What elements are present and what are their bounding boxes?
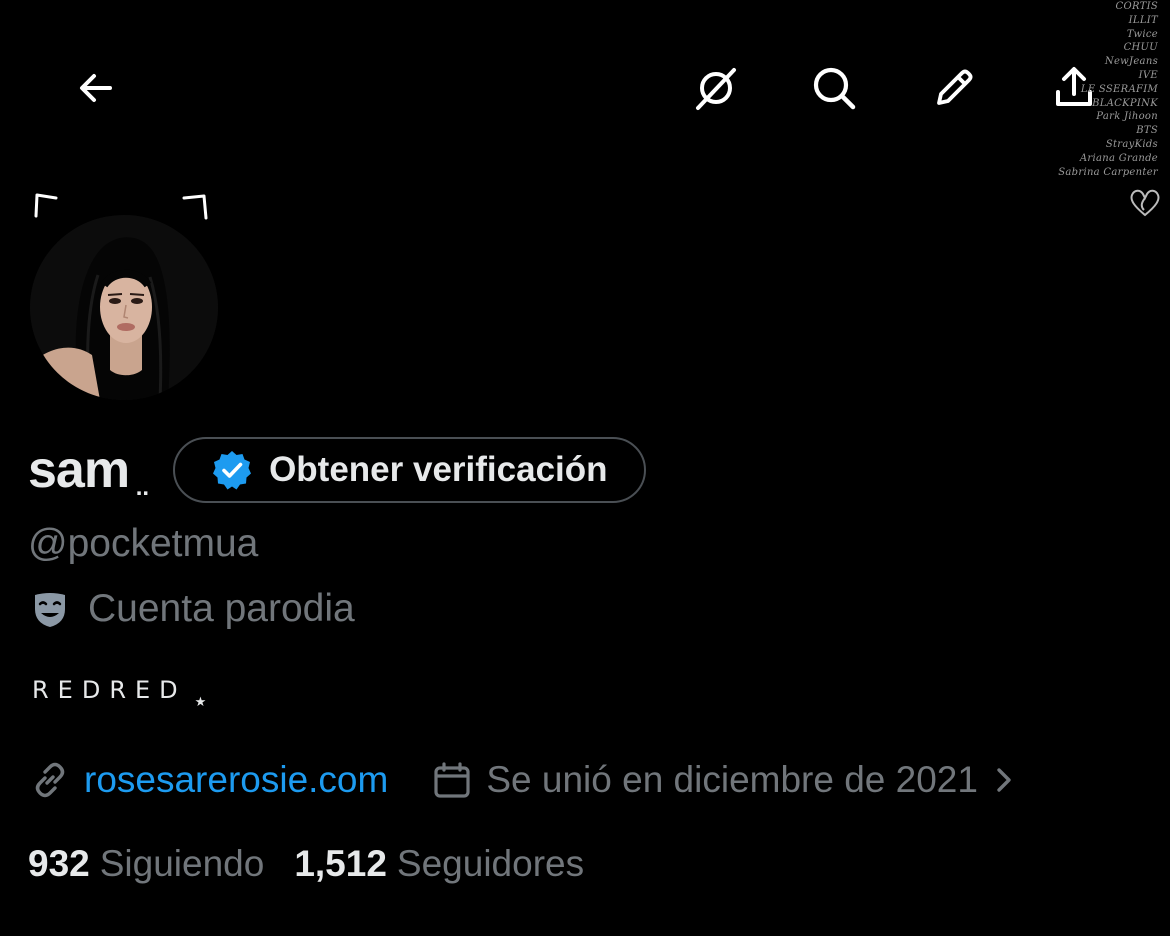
follow-counts: 932 Siguiendo 1,512 Seguidores xyxy=(28,840,584,888)
banner-line: Sabrina Carpenter xyxy=(1058,166,1158,178)
banner-line: BLACKPINK xyxy=(1092,97,1158,109)
avatar-portrait-image xyxy=(30,215,218,400)
followers-count: 1,512 xyxy=(294,843,387,884)
grok-icon xyxy=(696,68,736,110)
grok-button[interactable] xyxy=(684,56,748,120)
banner-line: BTS xyxy=(1136,125,1158,137)
parody-label-text: Cuenta parodia xyxy=(88,587,355,630)
profile-bio: REDRED ★ xyxy=(32,674,206,719)
following-label: Siguiendo xyxy=(99,843,265,884)
verified-badge-icon xyxy=(213,451,252,490)
banner-line: ILLIT xyxy=(1128,14,1158,26)
edit-pencil-icon xyxy=(937,69,973,105)
display-name: sam.. xyxy=(28,434,149,506)
get-verified-button[interactable]: Obtener verificación xyxy=(173,437,646,503)
avatar-container[interactable] xyxy=(22,180,222,405)
cat-ear-doodle-icon xyxy=(182,194,208,220)
back-arrow-icon xyxy=(80,74,112,102)
following-link[interactable]: 932 Siguiendo xyxy=(28,840,264,888)
edit-button[interactable] xyxy=(922,56,986,120)
calendar-icon xyxy=(434,762,470,798)
top-bar: CORTIS ILLIT Twice CHUU NewJeans IVE LE … xyxy=(0,0,1170,217)
joined-date[interactable]: Se unió en diciembre de 2021 xyxy=(432,756,1016,804)
banner-text-list: CORTIS ILLIT Twice CHUU NewJeans IVE LE … xyxy=(1028,0,1158,179)
following-count: 932 xyxy=(28,843,90,884)
bio-text: REDRED xyxy=(32,676,187,704)
parody-account-label[interactable]: Cuenta parodia xyxy=(30,584,355,634)
display-name-suffix: .. xyxy=(135,474,150,501)
search-icon xyxy=(813,67,856,110)
name-row: sam.. Obtener verificación xyxy=(28,434,646,506)
get-verified-label: Obtener verificación xyxy=(269,450,608,489)
banner-line: Ariana Grande xyxy=(1079,152,1158,164)
avatar[interactable] xyxy=(30,215,218,400)
joined-text: Se unió en diciembre de 2021 xyxy=(486,759,978,800)
chevron-right-icon xyxy=(997,768,1011,792)
back-button[interactable] xyxy=(64,56,128,120)
profile-meta-row: rosesarerosie.com Se unió en diciembre d… xyxy=(30,756,1016,804)
website-link[interactable]: rosesarerosie.com xyxy=(84,756,388,804)
followers-label: Seguidores xyxy=(396,843,585,884)
banner-line: CHUU xyxy=(1123,42,1158,54)
bio-star: ★ xyxy=(194,695,207,710)
banner-line: CORTIS xyxy=(1115,1,1158,12)
banner-line: StrayKids xyxy=(1105,138,1158,150)
user-handle: @pocketmua xyxy=(28,522,259,565)
banner-line: LE SSERAFIM xyxy=(1080,83,1158,95)
banner-line: IVE xyxy=(1138,69,1158,81)
theater-mask-icon xyxy=(35,593,65,627)
banner-line: NewJeans xyxy=(1104,56,1158,68)
heart-doodle-icon xyxy=(1130,189,1160,217)
cat-ear-doodle-icon xyxy=(34,193,58,218)
search-button[interactable] xyxy=(802,56,866,120)
banner-line: Park Jihoon xyxy=(1096,111,1158,123)
banner-line: Twice xyxy=(1126,28,1158,40)
followers-link[interactable]: 1,512 Seguidores xyxy=(294,840,584,888)
display-name-text: sam xyxy=(28,441,130,499)
link-icon xyxy=(35,762,65,798)
